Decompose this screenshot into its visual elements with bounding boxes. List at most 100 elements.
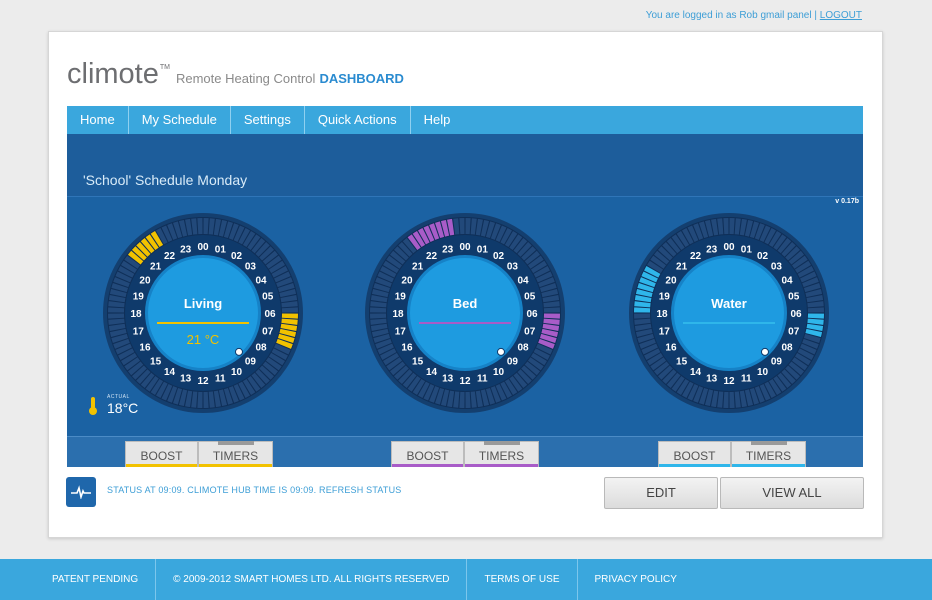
hour-label: 13 xyxy=(706,374,718,385)
timers-handle xyxy=(483,441,520,445)
hour-label: 00 xyxy=(723,242,735,253)
hour-label: 04 xyxy=(255,276,267,287)
dashboard-card: climote TM Remote Heating Control DASHBO… xyxy=(48,31,883,538)
hour-label: 19 xyxy=(133,292,145,303)
hour-label: 07 xyxy=(524,326,536,337)
nav-home[interactable]: Home xyxy=(67,106,129,134)
logout-link[interactable]: LOGOUT xyxy=(820,10,862,21)
hour-label: 05 xyxy=(524,292,536,303)
schedule-panel: 'School' Schedule Monday v 0.17b 00 01 02 0… xyxy=(67,134,863,467)
boost-button-bed[interactable]: BOOST xyxy=(391,441,464,467)
dial-graphic: 00 01 0203 04 05 06 07 08 0910 11 12 13 1415 16 17 18 19… xyxy=(103,213,303,413)
view-all-button[interactable]: VIEW ALL xyxy=(720,477,864,509)
hour-label: 22 xyxy=(164,251,176,262)
dashboard-label: DASHBOARD xyxy=(319,71,404,86)
hour-label: 08 xyxy=(517,343,529,354)
timers-handle xyxy=(750,441,787,445)
hour-label: 11 xyxy=(477,374,488,385)
hour-label: 00 xyxy=(459,242,471,253)
edit-button[interactable]: EDIT xyxy=(604,477,718,509)
boost-label: BOOST xyxy=(140,449,183,463)
main-nav: Home My Schedule Settings Quick Actions … xyxy=(67,106,863,134)
hour-label: 02 xyxy=(757,251,769,262)
hour-label: 03 xyxy=(507,262,519,273)
boost-underline xyxy=(126,464,197,467)
hour-label: 02 xyxy=(231,251,243,262)
hour-label: 03 xyxy=(771,262,783,273)
timers-label: TIMERS xyxy=(745,449,792,463)
climote-logo: climote TM Remote Heating Control DASHBO… xyxy=(67,58,404,91)
current-time-marker xyxy=(496,347,505,356)
hour-label: 23 xyxy=(180,244,192,255)
hour-label: 19 xyxy=(659,292,671,303)
boost-label: BOOST xyxy=(406,449,449,463)
status-pulse-icon[interactable] xyxy=(66,477,96,507)
hour-label: 00 xyxy=(197,242,209,253)
hour-label: 17 xyxy=(659,326,671,337)
boost-underline xyxy=(392,464,463,467)
current-time-marker xyxy=(234,347,243,356)
schedule-title: 'School' Schedule Monday xyxy=(83,172,248,188)
nav-settings[interactable]: Settings xyxy=(231,106,305,134)
timers-button-bed[interactable]: TIMERS xyxy=(464,441,539,467)
zone-name: Water xyxy=(711,296,747,311)
nav-my-schedule[interactable]: My Schedule xyxy=(129,106,231,134)
timers-button-living[interactable]: TIMERS xyxy=(198,441,273,467)
hour-label: 20 xyxy=(665,276,677,287)
schedule-header: 'School' Schedule Monday xyxy=(67,134,863,197)
hour-label: 10 xyxy=(231,367,243,378)
hour-label: 11 xyxy=(741,374,752,385)
hour-label: 04 xyxy=(781,276,793,287)
thermometer-icon xyxy=(89,397,97,415)
zone-temperature: 21 °C xyxy=(187,332,220,347)
hour-label: 14 xyxy=(426,367,438,378)
hour-label: 19 xyxy=(395,292,407,303)
zone-name: Bed xyxy=(453,296,478,311)
footer-privacy-link[interactable]: PRIVACY POLICY xyxy=(578,559,694,600)
zone-name: Living xyxy=(184,296,222,311)
hour-label: 13 xyxy=(180,374,192,385)
brand-tagline: Remote Heating Control xyxy=(175,71,316,86)
hour-label: 09 xyxy=(507,356,519,367)
boost-button-living[interactable]: BOOST xyxy=(125,441,198,467)
brand-trademark: TM xyxy=(159,64,170,71)
boost-underline xyxy=(659,464,730,467)
footer-terms-link[interactable]: TERMS OF USE xyxy=(467,559,578,600)
hour-label: 06 xyxy=(264,309,276,320)
actual-value: 18°C xyxy=(107,400,139,416)
hour-label: 08 xyxy=(781,343,793,354)
hour-label: 05 xyxy=(262,292,274,303)
hour-label: 11 xyxy=(215,374,226,385)
hour-label: 02 xyxy=(493,251,505,262)
timers-underline xyxy=(465,464,538,467)
hour-label: 22 xyxy=(690,251,702,262)
hour-label: 20 xyxy=(139,276,151,287)
hour-label: 23 xyxy=(442,244,454,255)
version-label: v 0.17b xyxy=(835,198,859,205)
status-text[interactable]: STATUS AT 09:09. CLIMOTE HUB TIME IS 09:… xyxy=(107,485,402,495)
dial-graphic: 00 01 0203 04 05 06 07 08 0910 11 12 13 1415 16 17 18 19… xyxy=(629,213,829,413)
hour-label: 23 xyxy=(706,244,718,255)
boost-label: BOOST xyxy=(673,449,716,463)
hour-label: 04 xyxy=(517,276,529,287)
boost-button-water[interactable]: BOOST xyxy=(658,441,731,467)
hour-label: 16 xyxy=(401,343,413,354)
hour-label: 18 xyxy=(392,309,404,320)
current-time-marker xyxy=(760,347,769,356)
nav-help[interactable]: Help xyxy=(411,106,464,134)
hour-label: 03 xyxy=(245,262,257,273)
dial-bed[interactable]: 00 01 02 03 04 05 06 07 08 09 10 11 12 13 14 15 16 17 18 19… xyxy=(364,212,566,414)
hour-label: 20 xyxy=(401,276,413,287)
timers-button-water[interactable]: TIMERS xyxy=(731,441,806,467)
hour-label: 16 xyxy=(139,343,151,354)
hour-label: 17 xyxy=(133,326,145,337)
hour-label: 01 xyxy=(215,244,227,255)
hour-label: 17 xyxy=(395,326,407,337)
hour-label: 12 xyxy=(723,376,735,387)
hour-label: 15 xyxy=(676,356,688,367)
dial-water[interactable]: 00 01 02 03 04 05 06 07 08 09 10 11 12 13 14 15 16 17 18 19… xyxy=(628,212,830,414)
dial-living[interactable]: 00 01 02 03 04 05 06 07 08 09 10 11 12 13 14 15 16 17 18 19… xyxy=(102,212,304,414)
timers-underline xyxy=(199,464,272,467)
nav-quick-actions[interactable]: Quick Actions xyxy=(305,106,411,134)
hour-label: 14 xyxy=(164,367,176,378)
